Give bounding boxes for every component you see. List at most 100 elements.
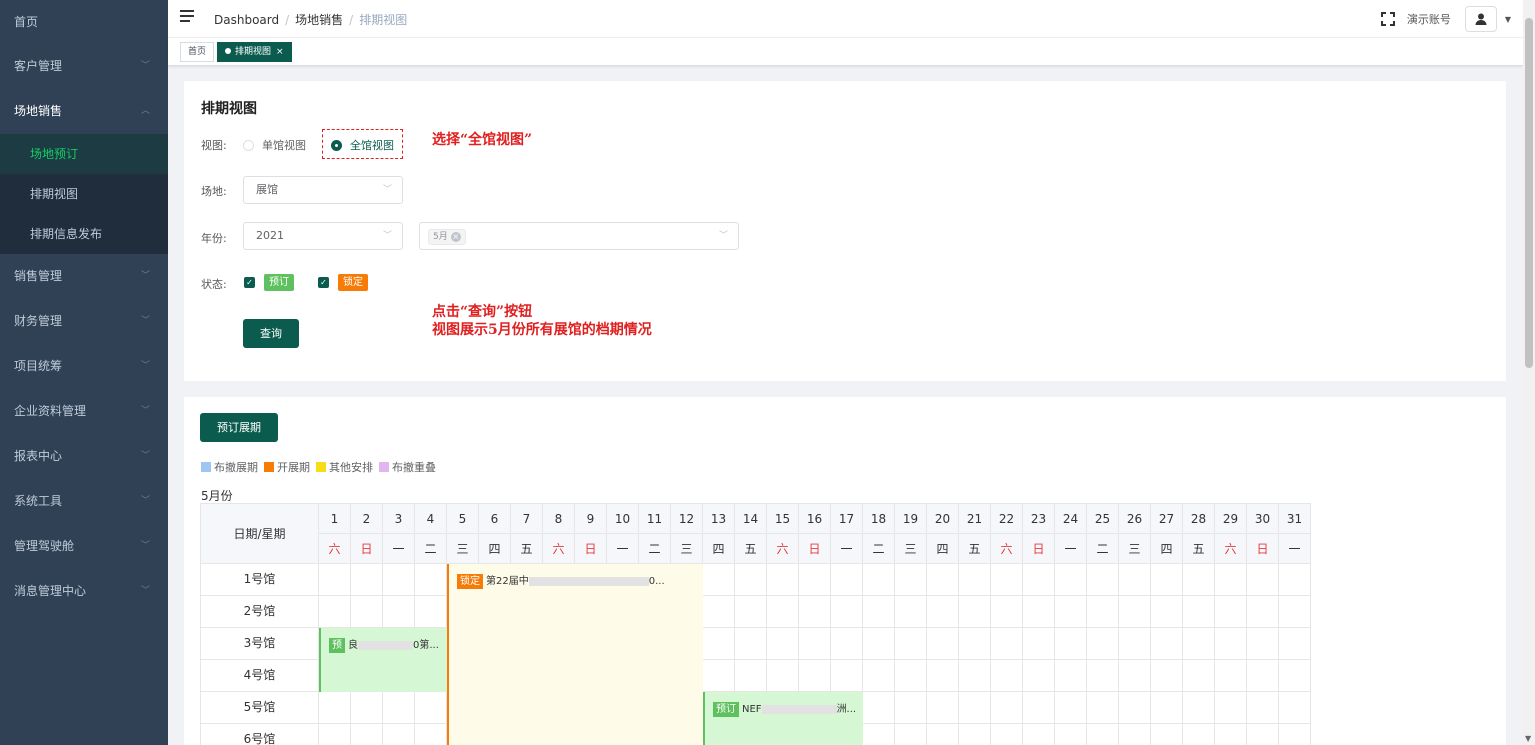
sidebar-item-sales[interactable]: 销售管理 ﹀ <box>0 254 168 299</box>
breadcrumb-venue-sales[interactable]: 场地销售 <box>295 13 343 27</box>
schedule-cell[interactable] <box>927 628 959 660</box>
schedule-cell[interactable] <box>1183 724 1215 745</box>
schedule-cell[interactable] <box>1279 596 1311 628</box>
schedule-cell[interactable] <box>735 564 767 596</box>
avatar[interactable] <box>1464 6 1497 32</box>
schedule-cell[interactable] <box>927 692 959 724</box>
schedule-cell[interactable] <box>863 724 895 745</box>
schedule-cell[interactable] <box>831 564 863 596</box>
schedule-cell[interactable] <box>1247 564 1279 596</box>
scroll-down-icon[interactable]: ▼ <box>1525 734 1531 743</box>
schedule-cell[interactable] <box>351 596 383 628</box>
schedule-cell[interactable] <box>1215 692 1247 724</box>
schedule-cell[interactable] <box>1279 628 1311 660</box>
radio-single-venue[interactable]: 单馆视图 <box>243 137 306 153</box>
schedule-cell[interactable] <box>383 724 415 745</box>
schedule-cell[interactable] <box>831 596 863 628</box>
schedule-cell[interactable] <box>1279 564 1311 596</box>
schedule-cell[interactable] <box>703 564 735 596</box>
schedule-cell[interactable] <box>735 628 767 660</box>
schedule-cell[interactable] <box>1055 564 1087 596</box>
schedule-cell[interactable] <box>1215 660 1247 692</box>
schedule-cell[interactable] <box>1215 596 1247 628</box>
schedule-cell[interactable] <box>1087 564 1119 596</box>
venue-select[interactable]: 展馆 ﹀ <box>243 176 403 204</box>
schedule-cell[interactable] <box>1055 724 1087 745</box>
schedule-cell[interactable] <box>767 596 799 628</box>
schedule-cell[interactable] <box>319 564 351 596</box>
sidebar-item-cockpit[interactable]: 管理驾驶舱 ﹀ <box>0 524 168 569</box>
schedule-cell[interactable] <box>863 660 895 692</box>
schedule-cell[interactable] <box>1055 596 1087 628</box>
checkbox-booked[interactable]: ✓ 预订 <box>244 274 294 291</box>
caret-down-icon[interactable]: ▼ <box>1505 15 1511 24</box>
sidebar-subitem-venue-booking[interactable]: 场地预订 <box>0 134 168 174</box>
schedule-cell[interactable] <box>1023 692 1055 724</box>
schedule-cell[interactable] <box>767 564 799 596</box>
sidebar-item-finance[interactable]: 财务管理 ﹀ <box>0 299 168 344</box>
scrollbar[interactable]: ▼ <box>1523 0 1535 745</box>
sidebar-item-home[interactable]: 首页 <box>0 0 168 44</box>
schedule-cell[interactable] <box>927 564 959 596</box>
schedule-cell[interactable] <box>351 692 383 724</box>
schedule-cell[interactable] <box>799 596 831 628</box>
menu-toggle-icon[interactable] <box>180 10 194 24</box>
schedule-cell[interactable] <box>1119 628 1151 660</box>
schedule-cell[interactable] <box>1279 724 1311 745</box>
fullscreen-icon[interactable] <box>1380 12 1395 26</box>
schedule-cell[interactable] <box>703 628 735 660</box>
schedule-cell[interactable] <box>1119 564 1151 596</box>
schedule-cell[interactable] <box>1087 692 1119 724</box>
schedule-cell[interactable] <box>1119 724 1151 745</box>
schedule-cell[interactable] <box>927 660 959 692</box>
schedule-cell[interactable] <box>959 660 991 692</box>
schedule-cell[interactable] <box>1055 660 1087 692</box>
schedule-cell[interactable] <box>991 660 1023 692</box>
schedule-cell[interactable] <box>703 660 735 692</box>
schedule-cell[interactable] <box>1119 660 1151 692</box>
sidebar-item-messages[interactable]: 消息管理中心 ﹀ <box>0 569 168 614</box>
schedule-cell[interactable] <box>1055 628 1087 660</box>
schedule-cell[interactable] <box>1119 692 1151 724</box>
schedule-cell[interactable] <box>415 564 447 596</box>
schedule-cell[interactable] <box>927 724 959 745</box>
schedule-cell[interactable] <box>1087 660 1119 692</box>
month-multiselect[interactable]: 5月 × ﹀ <box>419 222 739 250</box>
sidebar-subitem-schedule-publish[interactable]: 排期信息发布 <box>0 214 168 254</box>
schedule-cell[interactable] <box>1247 596 1279 628</box>
schedule-cell[interactable] <box>1087 596 1119 628</box>
schedule-cell[interactable] <box>767 660 799 692</box>
schedule-cell[interactable] <box>1023 660 1055 692</box>
schedule-cell[interactable] <box>1215 724 1247 745</box>
sidebar-item-projects[interactable]: 项目统筹 ﹀ <box>0 344 168 389</box>
close-icon[interactable]: × <box>276 47 284 57</box>
schedule-cell[interactable] <box>1151 596 1183 628</box>
schedule-cell[interactable] <box>959 692 991 724</box>
schedule-cell[interactable] <box>415 692 447 724</box>
schedule-cell[interactable] <box>351 724 383 745</box>
schedule-cell[interactable] <box>991 628 1023 660</box>
schedule-cell[interactable] <box>959 564 991 596</box>
schedule-cell[interactable] <box>959 596 991 628</box>
schedule-cell[interactable] <box>1151 660 1183 692</box>
schedule-cell[interactable] <box>1151 628 1183 660</box>
schedule-cell[interactable] <box>863 564 895 596</box>
schedule-cell[interactable] <box>319 692 351 724</box>
schedule-cell[interactable] <box>831 660 863 692</box>
radio-all-venues[interactable]: 全馆视图 <box>331 137 394 153</box>
account-name[interactable]: 演示账号 <box>1407 11 1451 27</box>
schedule-cell[interactable] <box>927 596 959 628</box>
schedule-cell[interactable] <box>991 724 1023 745</box>
schedule-cell[interactable] <box>703 596 735 628</box>
schedule-cell[interactable] <box>1247 724 1279 745</box>
schedule-cell[interactable] <box>991 564 1023 596</box>
schedule-cell[interactable] <box>735 596 767 628</box>
schedule-cell[interactable] <box>1151 692 1183 724</box>
breadcrumb-dashboard[interactable]: Dashboard <box>214 13 279 27</box>
schedule-cell[interactable] <box>1023 628 1055 660</box>
schedule-cell[interactable] <box>319 724 351 745</box>
schedule-cell[interactable] <box>991 692 1023 724</box>
booking-block[interactable]: 预良 0第... <box>319 628 447 692</box>
book-period-button[interactable]: 预订展期 <box>200 413 278 442</box>
schedule-cell[interactable] <box>319 596 351 628</box>
